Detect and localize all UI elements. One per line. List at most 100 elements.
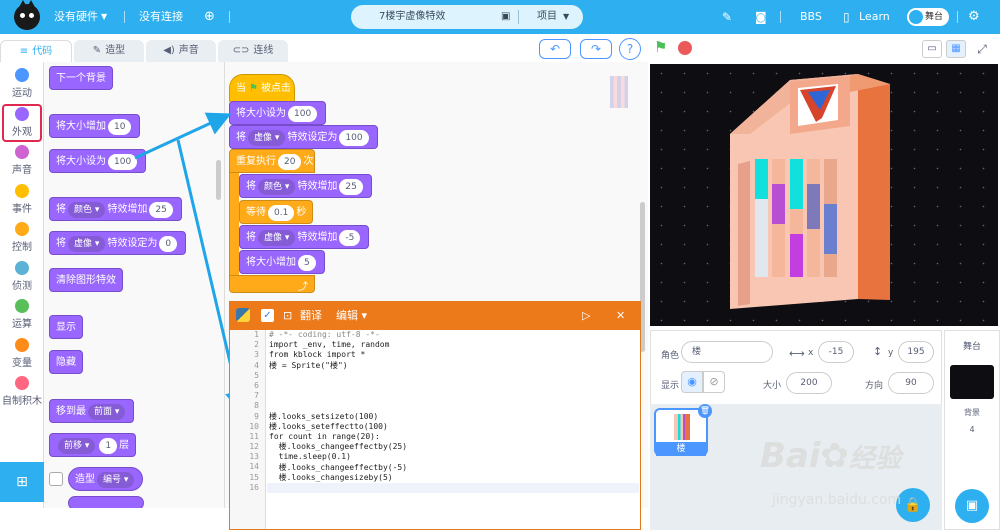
globe-icon[interactable]: ⊕	[204, 0, 215, 34]
building-sprite[interactable]	[650, 64, 998, 326]
value-input[interactable]: 25	[149, 202, 173, 218]
block-change-effect[interactable]: 将虚像 ▾ 特效增加 -5	[239, 225, 370, 249]
save-icon[interactable]: ▣	[501, 5, 510, 29]
code-line: for count in range(20):	[269, 432, 380, 441]
value-input[interactable]: 5	[298, 255, 316, 271]
run-icon[interactable]: ▷	[582, 302, 590, 330]
block-change-effect[interactable]: 将颜色 ▾ 特效增加 25	[49, 197, 182, 221]
block-set-size[interactable]: 将大小设为 100	[49, 149, 147, 173]
category-item[interactable]: 运算	[0, 299, 44, 330]
tab-sound[interactable]: ◀) 声音	[146, 40, 216, 62]
value-input[interactable]: 10	[108, 119, 132, 135]
direction-input[interactable]: 90	[888, 372, 934, 394]
value-input[interactable]: 0	[159, 236, 178, 252]
size-input[interactable]: 200	[786, 372, 832, 394]
hardware-menu[interactable]: 没有硬件	[54, 0, 98, 34]
category-item[interactable]: 自制积木	[0, 376, 44, 407]
value-input[interactable]: 0.1	[268, 205, 295, 221]
checkbox[interactable]: ✓	[261, 309, 274, 322]
effect-dropdown[interactable]: 虚像 ▾	[68, 236, 106, 252]
undo-button[interactable]: ↶	[539, 39, 571, 59]
stage-canvas[interactable]	[650, 64, 998, 326]
effect-dropdown[interactable]: 颜色 ▾	[258, 179, 296, 195]
small-stage-button[interactable]: ▭	[922, 40, 942, 58]
block-set-size[interactable]: 将大小设为 100	[229, 101, 327, 125]
category-dot-icon	[15, 222, 29, 236]
value-input[interactable]: 100	[339, 130, 369, 146]
app-logo-icon[interactable]	[14, 0, 40, 30]
stop-button[interactable]	[678, 41, 692, 55]
close-icon[interactable]: ✕	[616, 302, 625, 330]
show-hidden-button[interactable]: ⊘	[703, 371, 725, 393]
help-button[interactable]: ?	[619, 38, 641, 60]
learn-link[interactable]: Learn	[859, 0, 890, 34]
value-input[interactable]: 1	[99, 438, 118, 454]
pencil-icon[interactable]: ✎	[722, 0, 732, 34]
large-stage-button[interactable]: ▦	[946, 40, 966, 58]
block-next-backdrop[interactable]: 下一个背景	[49, 66, 113, 90]
block-set-effect[interactable]: 将虚像 ▾ 特效设定为 100	[229, 125, 378, 149]
value-input[interactable]: 100	[288, 106, 318, 122]
bbs-link[interactable]: BBS	[800, 0, 822, 34]
add-extension-button[interactable]: ⊞	[0, 462, 44, 502]
camera-icon[interactable]: ◙	[755, 0, 767, 34]
value-input[interactable]: -5	[339, 230, 361, 246]
effect-dropdown[interactable]: 虚像 ▾	[248, 130, 286, 146]
green-flag-icon: ⚑	[249, 83, 258, 94]
redo-button[interactable]: ↷	[580, 39, 612, 59]
value-input[interactable]: 20	[278, 154, 302, 170]
layer-dropdown[interactable]: 前面 ▾	[88, 404, 126, 420]
block-when-flag-clicked[interactable]: 当 ⚑ 被点击	[229, 74, 295, 104]
tab-costume[interactable]: ✎ 造型	[74, 40, 144, 62]
add-backdrop-button[interactable]: ▣	[955, 489, 989, 523]
category-item[interactable]: 事件	[0, 183, 44, 215]
connection-status[interactable]: 没有连接	[139, 0, 183, 34]
costume-dropdown[interactable]: 编号 ▾	[97, 472, 135, 488]
category-item[interactable]: 控制	[0, 222, 44, 253]
category-item[interactable]: 变量	[0, 337, 44, 369]
direction-dropdown[interactable]: 前移 ▾	[58, 438, 96, 454]
category-item[interactable]: 声音	[0, 145, 44, 176]
effect-dropdown[interactable]: 颜色 ▾	[68, 202, 106, 218]
effect-dropdown[interactable]: 虚像 ▾	[258, 230, 296, 246]
checkbox[interactable]	[49, 472, 63, 486]
block-wait[interactable]: 等待 0.1 秒	[239, 200, 314, 224]
category-item[interactable]: 侦测	[0, 260, 44, 292]
translate-button[interactable]: 翻译	[300, 302, 322, 330]
category-item[interactable]: 运动	[0, 68, 44, 99]
highlight-box	[2, 104, 42, 142]
palette-scrollbar[interactable]	[216, 160, 221, 200]
show-visible-button[interactable]: ◉	[681, 371, 703, 393]
block-go-layer[interactable]: 前移 ▾ 1 层	[49, 433, 137, 457]
fullscreen-button[interactable]: ⤢	[972, 40, 992, 58]
block-change-effect[interactable]: 将颜色 ▾ 特效增加 25	[239, 174, 372, 198]
block-hide[interactable]: 隐藏	[49, 350, 83, 374]
sprite-info-panel: 角色 楼 ⟷ x -15 ↕ y 195 显示 ◉ ⊘ 大小 200 方向 90	[650, 330, 942, 406]
stage-mode-toggle[interactable]: 舞台	[907, 8, 949, 26]
block-change-size[interactable]: 将大小增加 10	[49, 114, 141, 138]
sprite-tile[interactable]: 楼 🗑	[654, 404, 712, 456]
stage-backdrop-thumbnail[interactable]	[950, 365, 994, 399]
value-input[interactable]: 100	[108, 154, 138, 170]
line-number: 14	[249, 462, 259, 472]
y-input[interactable]: 195	[898, 341, 934, 363]
project-menu[interactable]: 项目	[537, 5, 557, 29]
block-set-effect[interactable]: 将虚像 ▾ 特效设定为 0	[49, 231, 187, 255]
block-goto-layer[interactable]: 移到最 前面 ▾	[49, 399, 135, 423]
block-costume-reporter[interactable]: 造型 编号 ▾	[68, 467, 144, 491]
sprite-name-input[interactable]: 楼	[681, 341, 773, 363]
block-backdrop-reporter[interactable]	[68, 496, 144, 508]
edit-menu[interactable]: 编辑 ▾	[336, 302, 367, 330]
block-change-size[interactable]: 将大小增加 5	[239, 250, 325, 274]
green-flag-button[interactable]: ⚑	[654, 38, 667, 56]
tab-connect[interactable]: ⊂⊃ 连线	[218, 40, 288, 62]
x-input[interactable]: -15	[818, 341, 854, 363]
project-title-input[interactable]: 7楼宇虚像特效	[379, 5, 445, 29]
block-clear-effects[interactable]: 清除图形特效	[49, 268, 123, 292]
gear-icon[interactable]: ⚙	[968, 0, 980, 34]
code-editor[interactable]: 1 2 3 4 5 6 7 8 9 10 11 12 13 14 15 16 # -*- coding: ut…	[230, 330, 640, 529]
block-show[interactable]: 显示	[49, 315, 83, 339]
delete-sprite-button[interactable]: 🗑	[698, 404, 712, 418]
value-input[interactable]: 25	[339, 179, 363, 195]
tab-code[interactable]: ≡ 代码	[0, 40, 72, 62]
